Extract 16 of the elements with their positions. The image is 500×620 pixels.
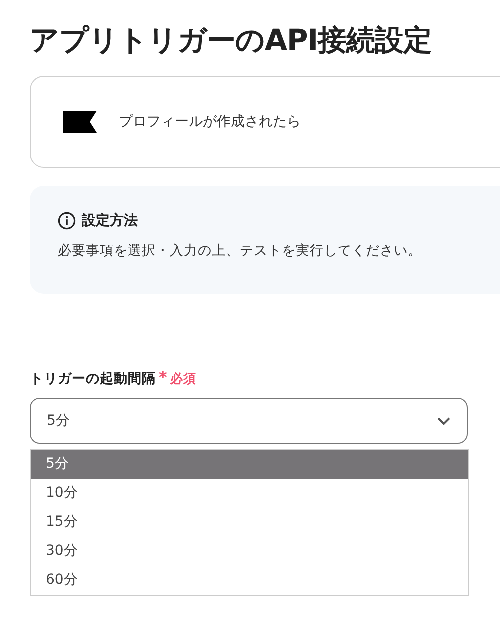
dropdown-option[interactable]: 15分	[31, 508, 468, 537]
dropdown-option[interactable]: 60分	[31, 566, 468, 595]
page-title: アプリトリガーのAPI接続設定	[30, 22, 433, 59]
trigger-label: プロフィールが作成されたら	[119, 113, 301, 131]
required-label: 必須	[170, 371, 196, 388]
info-text: 必要事項を選択・入力の上、テストを実行してください。	[58, 242, 423, 260]
dropdown-option[interactable]: 30分	[31, 537, 468, 566]
interval-select[interactable]: 5分	[30, 398, 468, 444]
flag-icon	[63, 111, 97, 133]
dropdown-option[interactable]: 10分	[31, 479, 468, 508]
dropdown-option[interactable]: 5分	[31, 450, 468, 479]
info-icon	[58, 212, 76, 230]
field-label: トリガーの起動間隔	[30, 370, 156, 388]
info-heading: 設定方法	[82, 212, 138, 230]
required-asterisk: *	[159, 368, 168, 387]
chevron-icon	[437, 416, 451, 426]
